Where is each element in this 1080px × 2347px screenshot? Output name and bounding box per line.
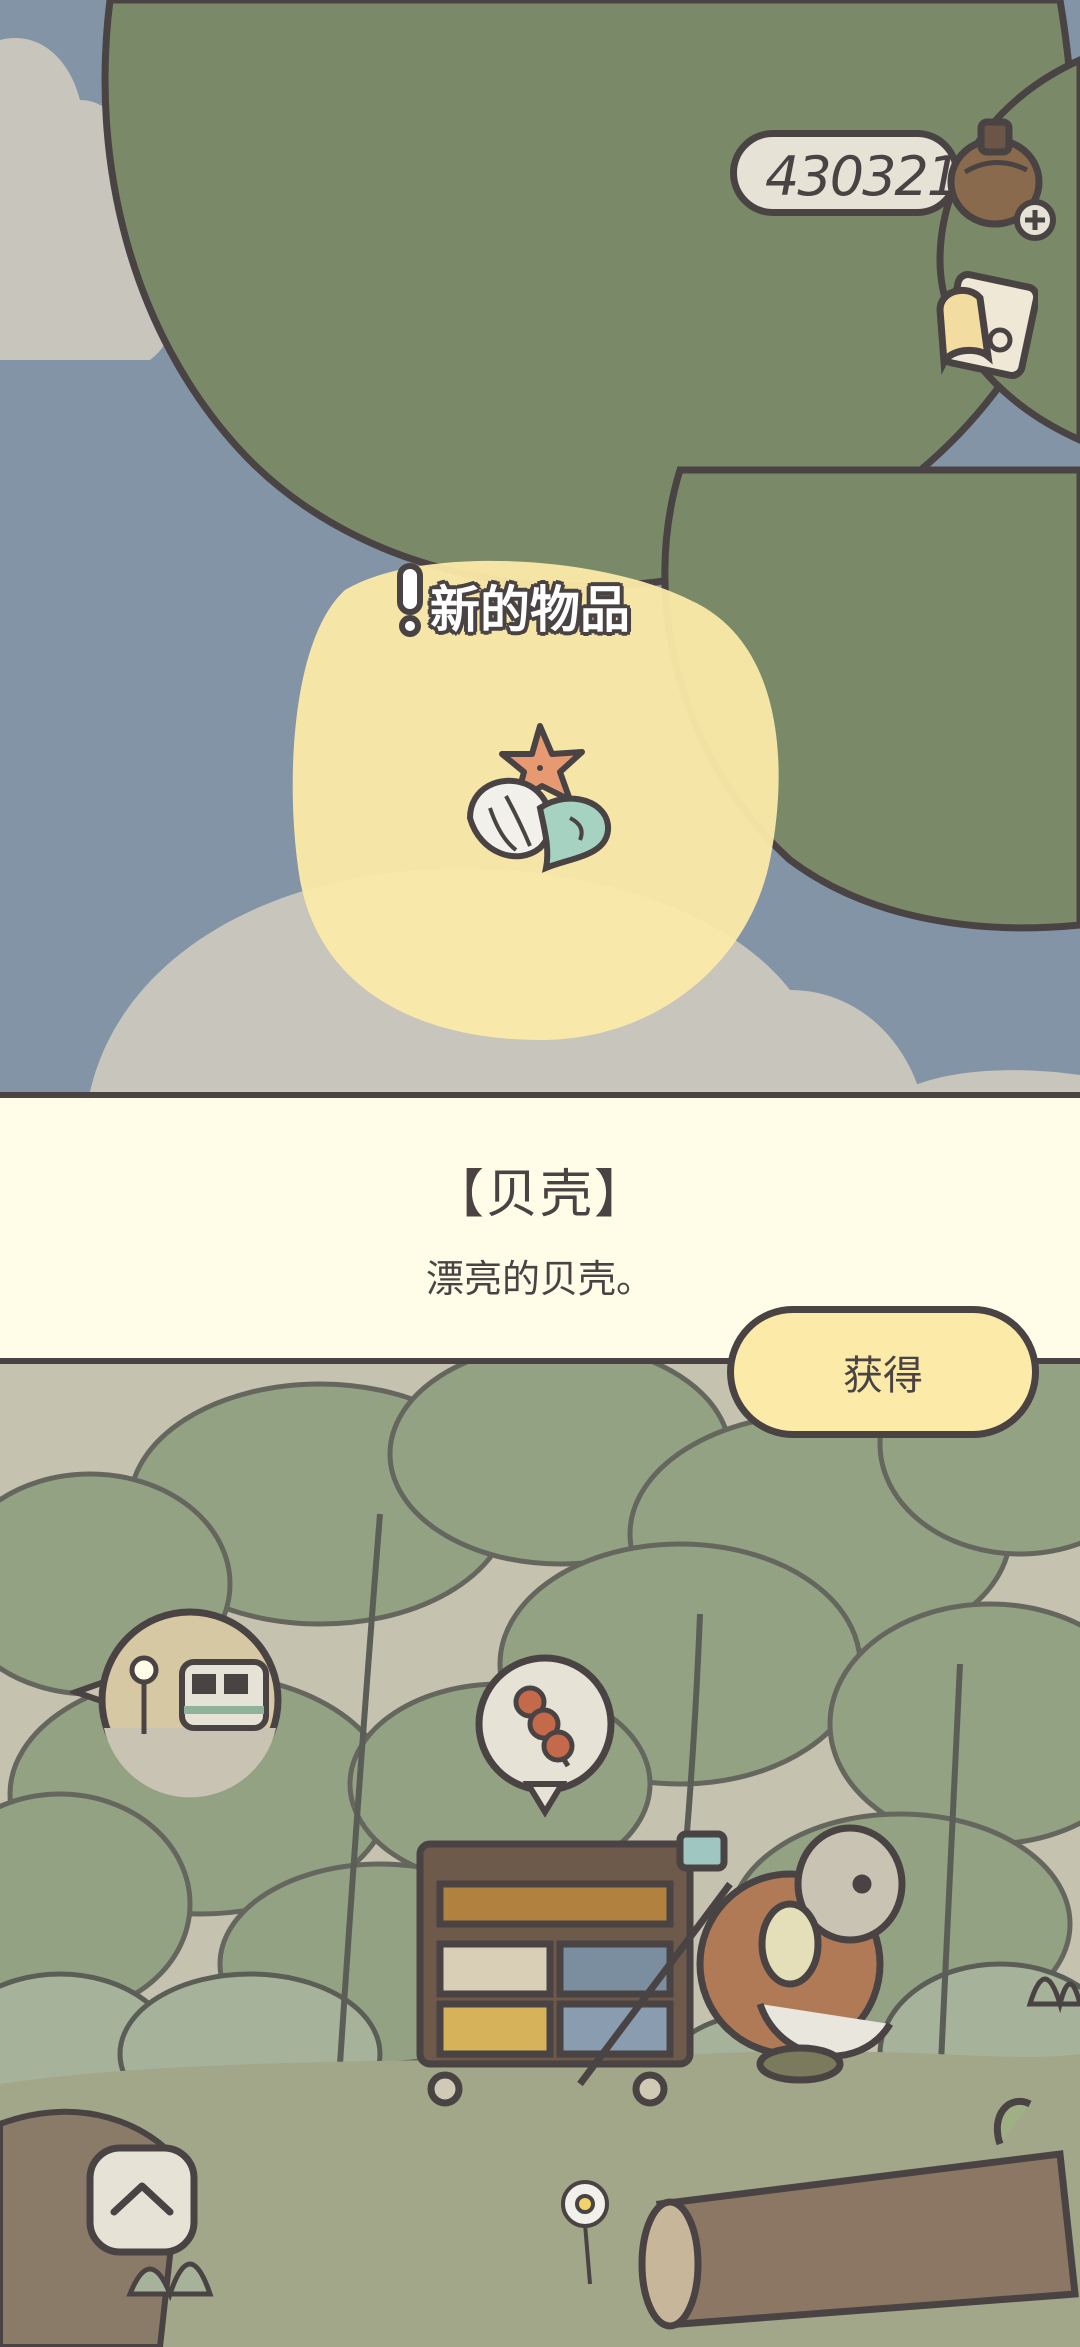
coin-value: 430321 [765,145,961,208]
seashell-icon[interactable] [460,718,620,873]
photo-album-icon[interactable] [928,270,1038,390]
dango-icon[interactable] [470,1654,620,1824]
chevron-up-icon[interactable] [84,2142,200,2258]
get-button[interactable]: 获得 [727,1306,1039,1438]
exclamation-icon [397,563,423,637]
top-scene: 430321 新的物品 [0,0,1080,1092]
coin-counter[interactable]: 430321 [730,130,961,216]
new-item-label: 新的物品 [430,581,630,639]
bottom-scene [0,1364,1080,2347]
item-name: 【贝壳】 [431,1165,648,1225]
shop-cart [416,1830,733,2107]
acorn-coin-icon[interactable] [945,112,1063,242]
train-station-icon[interactable] [70,1608,290,1798]
item-description: 漂亮的贝壳。 [425,1257,654,1301]
